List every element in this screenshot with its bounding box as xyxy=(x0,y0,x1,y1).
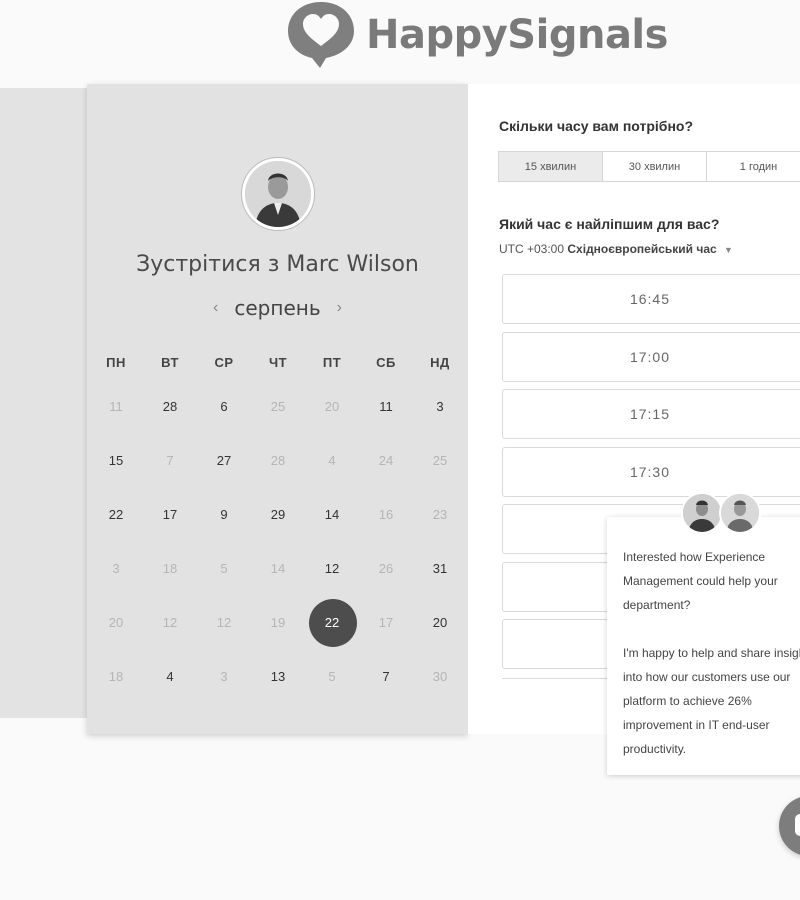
calendar-day: 7 xyxy=(166,453,174,468)
duration-selector: 15 хвилин 30 хвилин 1 годин xyxy=(498,151,800,182)
chevron-left-icon[interactable]: ‹ xyxy=(211,299,220,317)
calendar-day[interactable]: 28 xyxy=(143,385,197,429)
calendar-day: 24 xyxy=(378,453,394,468)
calendar-week: 3 18 5 14 12 26 31 xyxy=(89,542,467,596)
calendar-day: 3 xyxy=(220,669,228,684)
calendar-day: 30 xyxy=(432,669,448,684)
calendar-day: 12 xyxy=(216,615,232,630)
heart-speech-icon xyxy=(286,0,356,70)
calendar-day: 28 xyxy=(270,453,286,468)
calendar-day[interactable]: 11 xyxy=(359,385,413,429)
calendar-day: 20 xyxy=(108,615,124,630)
calendar-day: 12 xyxy=(162,615,178,630)
timezone-offset: UTC +03:00 xyxy=(499,242,565,256)
time-slot[interactable]: 17:15 xyxy=(502,389,800,439)
calendar-day: 25 xyxy=(270,399,286,414)
calendar-day[interactable]: 3 xyxy=(413,385,467,429)
chat-agents xyxy=(681,492,761,534)
calendar-day: 26 xyxy=(378,561,394,576)
chat-bubble-icon[interactable] xyxy=(779,796,800,856)
calendar-week: 15 7 27 28 4 24 25 xyxy=(89,434,467,488)
calendar-day: 5 xyxy=(220,561,228,576)
calendar-day[interactable]: 7 xyxy=(359,655,413,699)
calendar-week: 22 17 9 29 14 16 23 xyxy=(89,488,467,542)
time-slot[interactable]: 17:00 xyxy=(502,331,800,382)
calendar-day: 18 xyxy=(162,561,178,576)
calendar-days: 11 28 6 25 20 11 3 15 7 27 28 4 24 25 22 17 9 29 14 16 23 3 18… xyxy=(89,380,467,704)
weekday-header: ПН ВТ СР ЧТ ПТ СБ НД xyxy=(89,346,467,380)
calendar-day: 5 xyxy=(328,669,336,684)
calendar-day: 14 xyxy=(270,561,286,576)
calendar-day[interactable]: 12 xyxy=(305,547,359,591)
calendar-day: 16 xyxy=(378,507,394,522)
calendar-day: 19 xyxy=(270,615,286,630)
calendar-day: 3 xyxy=(112,561,120,576)
calendar-day[interactable]: 31 xyxy=(413,547,467,591)
calendar-panel: Зустрітися з Marc Wilson ‹ серпень › ПН В… xyxy=(87,84,468,734)
timezone-name: Східноєвропейський час xyxy=(567,242,717,256)
time-question: Який час є найліпшим для вас? xyxy=(499,216,720,232)
weekday-label: ЧТ xyxy=(268,355,288,370)
calendar-day: 17 xyxy=(378,615,394,630)
calendar-week: 20 12 12 19 22 17 20 xyxy=(89,596,467,650)
chat-message: Interested how Experience Management cou… xyxy=(623,550,800,756)
calendar-day[interactable]: 13 xyxy=(251,655,305,699)
chat-popup[interactable]: Interested how Experience Management cou… xyxy=(607,517,800,775)
brand-name: HappySignals xyxy=(366,12,668,58)
weekday-label: НД xyxy=(430,355,450,370)
calendar-day-selected[interactable]: 22 xyxy=(305,599,359,647)
agent-avatar xyxy=(719,492,761,534)
calendar-week: 11 28 6 25 20 11 3 xyxy=(89,380,467,434)
weekday-label: СР xyxy=(214,355,234,370)
calendar-day[interactable]: 9 xyxy=(197,493,251,537)
weekday-label: ПТ xyxy=(322,355,342,370)
weekday-label: ПН xyxy=(106,355,126,370)
calendar-day: 4 xyxy=(328,453,336,468)
calendar-day[interactable]: 20 xyxy=(413,601,467,645)
calendar-week: 18 4 3 13 5 7 30 xyxy=(89,650,467,704)
weekday-label: ВТ xyxy=(161,355,179,370)
calendar-day[interactable]: 29 xyxy=(251,493,305,537)
person-photo-icon xyxy=(245,161,311,227)
calendar-day[interactable]: 4 xyxy=(143,655,197,699)
calendar-day: 20 xyxy=(324,399,340,414)
calendar-day: 25 xyxy=(432,453,448,468)
calendar-day: 23 xyxy=(432,507,448,522)
timezone-selector[interactable]: UTC +03:00 Східноєвропейський час ▼ xyxy=(499,242,733,256)
host-avatar xyxy=(241,157,315,231)
brand-logo[interactable]: HappySignals xyxy=(286,0,668,70)
duration-question: Скільки часу вам потрібно? xyxy=(499,118,694,134)
month-label: серпень xyxy=(234,296,321,320)
calendar-day[interactable]: 27 xyxy=(197,439,251,483)
meeting-title: Зустрітися з Marc Wilson xyxy=(136,252,419,277)
calendar-day[interactable]: 17 xyxy=(143,493,197,537)
duration-option[interactable]: 15 хвилин xyxy=(498,151,603,182)
duration-option[interactable]: 1 годин xyxy=(706,151,800,182)
calendar-day[interactable]: 22 xyxy=(89,493,143,537)
caret-down-icon: ▼ xyxy=(724,245,733,255)
month-navigation: ‹ серпень › xyxy=(87,296,468,320)
weekday-label: СБ xyxy=(376,355,396,370)
calendar-day[interactable]: 15 xyxy=(89,439,143,483)
agent-avatar xyxy=(681,492,723,534)
calendar-day[interactable]: 14 xyxy=(305,493,359,537)
chevron-right-icon[interactable]: › xyxy=(335,299,344,317)
calendar-day: 11 xyxy=(109,399,123,414)
time-slot[interactable]: 16:45 xyxy=(502,274,800,324)
time-slot[interactable]: 17:30 xyxy=(502,446,800,497)
calendar-day[interactable]: 6 xyxy=(197,385,251,429)
calendar-day: 18 xyxy=(108,669,124,684)
calendar-grid: ПН ВТ СР ЧТ ПТ СБ НД 11 28 6 25 20 11 3 15 7 27 28 4 24 25 2… xyxy=(89,346,467,704)
duration-option[interactable]: 30 хвилин xyxy=(602,151,707,182)
